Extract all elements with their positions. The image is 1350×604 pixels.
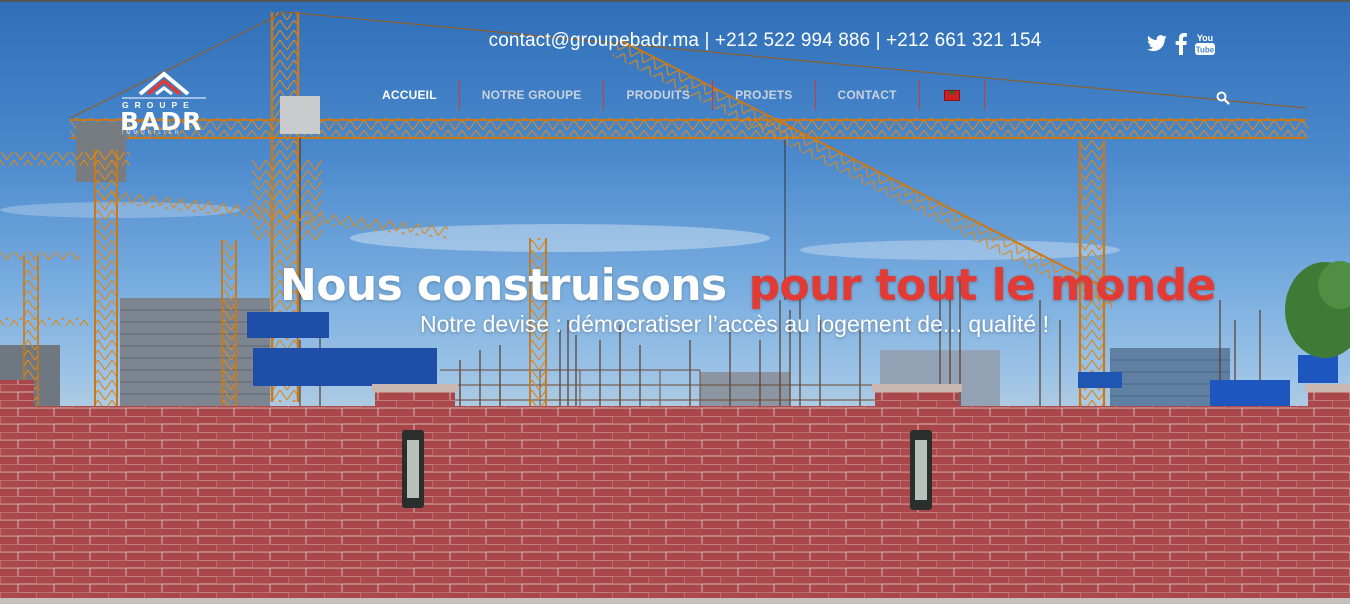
logo-sub-text: IMMOBILIER [122,130,182,136]
nav-item-accueil[interactable]: ACCUEIL [360,80,460,110]
main-nav: ACCUEIL NOTRE GROUPE PRODUITS PROJETS CO… [360,80,985,110]
morocco-flag-icon [943,88,960,101]
language-switcher[interactable] [920,80,985,110]
facebook-icon[interactable] [1175,33,1187,55]
nav-item-projets[interactable]: PROJETS [713,80,816,110]
nav-item-notre-groupe[interactable]: NOTRE GROUPE [460,80,605,110]
contact-info: contact@groupebadr.ma | +212 522 994 886… [488,30,1042,51]
house-roof-icon [122,71,206,99]
nav-item-contact[interactable]: CONTACT [816,80,920,110]
youtube-icon[interactable]: You Tube [1194,32,1216,56]
twitter-icon[interactable] [1146,35,1168,53]
headline-white: Nous construisons [280,260,727,311]
hero-subline: Notre devise : démocratiser l’accès au l… [420,311,1049,337]
headline-red: pour tout le monde [748,260,1217,311]
search-icon[interactable] [1216,91,1230,105]
svg-text:Tube: Tube [1196,46,1215,55]
hero-banner: GROUPE BADR IMMOBILIER contact@groupebad… [0,0,1350,604]
svg-text:You: You [1197,33,1213,43]
hero-headline: Nous construisons pour tout le monde [280,260,1216,311]
groupe-badr-logo[interactable]: GROUPE BADR IMMOBILIER [118,70,210,136]
nav-item-produits[interactable]: PRODUITS [604,80,714,110]
social-links: You Tube [1146,32,1216,56]
